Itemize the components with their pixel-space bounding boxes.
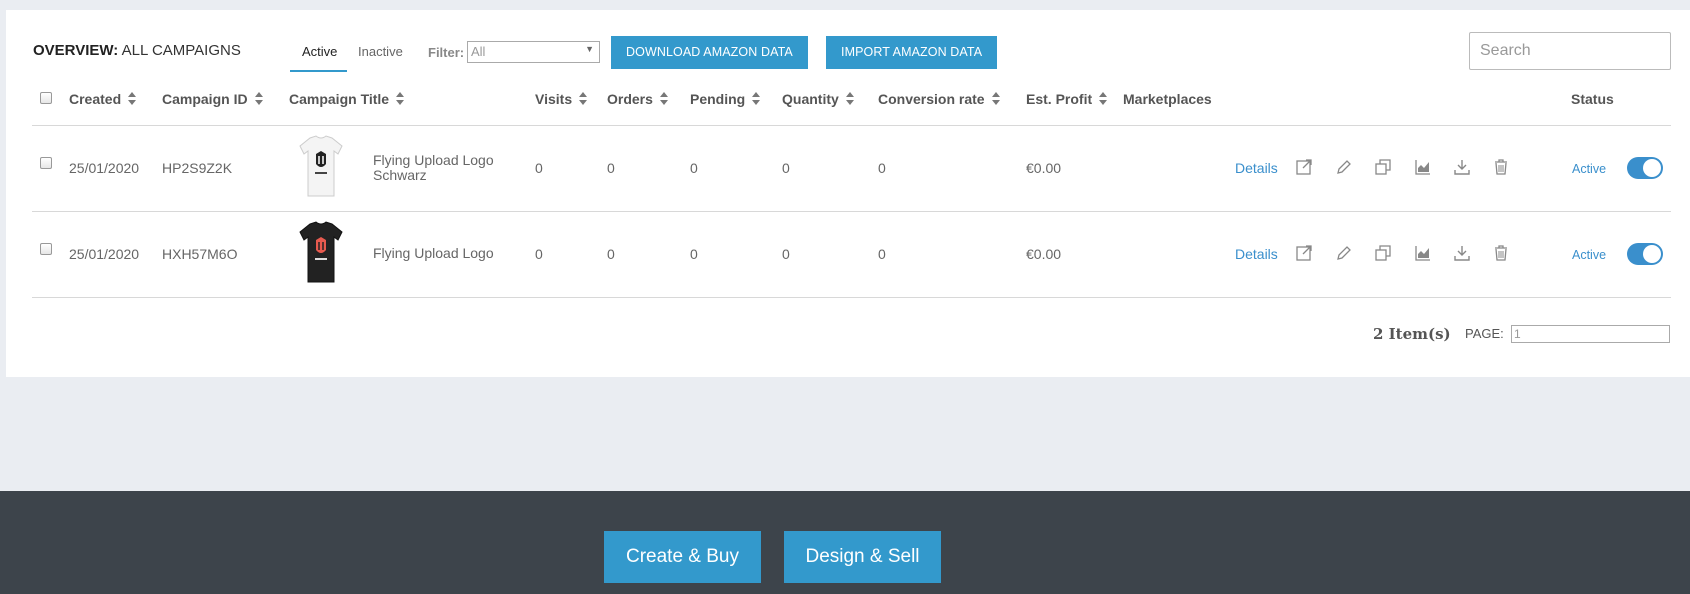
orders-value: 0 (607, 246, 615, 262)
sort-icon (1099, 92, 1108, 106)
page-title: OVERVIEW: ALL CAMPAIGNS (33, 42, 241, 59)
row-checkbox[interactable] (40, 157, 52, 169)
items-count: 2 Item(s) (1373, 325, 1451, 343)
pending-value: 0 (690, 246, 698, 262)
page-label: PAGE: (1465, 326, 1504, 341)
download-icon[interactable] (1453, 244, 1471, 262)
sort-icon (752, 92, 761, 106)
sort-icon (579, 92, 588, 106)
created-date: 25/01/2020 (69, 246, 140, 262)
status-label: Active (1572, 162, 1607, 176)
footer: Create & Buy Design & Sell (0, 491, 1690, 594)
pencil-icon[interactable] (1335, 244, 1353, 262)
filter-select[interactable]: All ▼ (467, 41, 600, 63)
product-thumbnail[interactable] (296, 220, 346, 284)
status-toggle[interactable] (1627, 157, 1663, 179)
status-toggle[interactable] (1627, 243, 1663, 265)
sort-icon (396, 92, 405, 106)
column-est-profit[interactable]: Est. Profit (1026, 91, 1108, 107)
details-link[interactable]: Details (1235, 160, 1278, 176)
status-label: Active (1572, 248, 1607, 262)
filter-value: All (471, 44, 486, 59)
filter-label: Filter: (428, 45, 465, 60)
design-sell-button[interactable]: Design & Sell (784, 531, 941, 583)
sort-icon (991, 92, 1001, 106)
chart-icon[interactable] (1414, 244, 1432, 262)
visits-value: 0 (535, 160, 543, 176)
product-thumbnail[interactable] (296, 134, 346, 198)
column-campaign-title[interactable]: Campaign Title (289, 91, 405, 107)
tab-inactive[interactable]: Inactive (358, 44, 403, 59)
sort-icon (254, 92, 264, 106)
duplicate-icon[interactable] (1374, 158, 1392, 176)
row-checkbox[interactable] (40, 243, 52, 255)
caret-down-icon: ▼ (585, 44, 594, 54)
import-amazon-data-button[interactable]: IMPORT AMAZON DATA (826, 36, 998, 69)
campaign-title: Flying Upload Logo Schwarz (373, 152, 494, 183)
row-divider (32, 211, 1671, 212)
column-marketplaces: Marketplaces (1123, 91, 1212, 107)
campaign-title: Flying Upload Logo (373, 245, 494, 261)
column-status: Status (1571, 91, 1614, 107)
search-input[interactable] (1469, 32, 1671, 70)
trash-icon[interactable] (1492, 158, 1510, 176)
sort-icon (659, 92, 669, 106)
external-link-icon[interactable] (1295, 244, 1313, 262)
campaign-id: HP2S9Z2K (162, 160, 233, 176)
pencil-icon[interactable] (1335, 158, 1353, 176)
column-quantity[interactable]: Quantity (782, 91, 855, 107)
tab-active[interactable]: Active (302, 44, 337, 59)
conversion-rate-value: 0 (878, 160, 886, 176)
external-link-icon[interactable] (1295, 158, 1313, 176)
duplicate-icon[interactable] (1374, 244, 1392, 262)
column-conversion-rate[interactable]: Conversion rate (878, 91, 1001, 107)
select-all-checkbox[interactable] (40, 92, 52, 104)
column-orders[interactable]: Orders (607, 91, 669, 107)
campaigns-panel: OVERVIEW: ALL CAMPAIGNS Active Inactive … (6, 10, 1690, 377)
conversion-rate-value: 0 (878, 246, 886, 262)
orders-value: 0 (607, 160, 615, 176)
column-pending[interactable]: Pending (690, 91, 761, 107)
chart-icon[interactable] (1414, 158, 1432, 176)
download-icon[interactable] (1453, 158, 1471, 176)
create-buy-button[interactable]: Create & Buy (604, 531, 761, 583)
row-divider (32, 297, 1671, 298)
details-link[interactable]: Details (1235, 246, 1278, 262)
header-divider (32, 125, 1671, 126)
pending-value: 0 (690, 160, 698, 176)
created-date: 25/01/2020 (69, 160, 140, 176)
download-amazon-data-button[interactable]: DOWNLOAD AMAZON DATA (611, 36, 808, 69)
active-tab-indicator (290, 70, 347, 72)
trash-icon[interactable] (1492, 244, 1510, 262)
est-profit-value: €0.00 (1026, 246, 1062, 262)
column-campaign-id[interactable]: Campaign ID (162, 91, 264, 107)
column-visits[interactable]: Visits (535, 91, 588, 107)
visits-value: 0 (535, 246, 543, 262)
est-profit-value: €0.00 (1026, 160, 1062, 176)
campaign-id: HXH57M6O (162, 246, 238, 262)
quantity-value: 0 (782, 246, 790, 262)
quantity-value: 0 (782, 160, 790, 176)
column-created[interactable]: Created (69, 91, 137, 107)
sort-icon (128, 92, 137, 106)
sort-icon (845, 92, 855, 106)
page-input[interactable] (1511, 325, 1670, 343)
